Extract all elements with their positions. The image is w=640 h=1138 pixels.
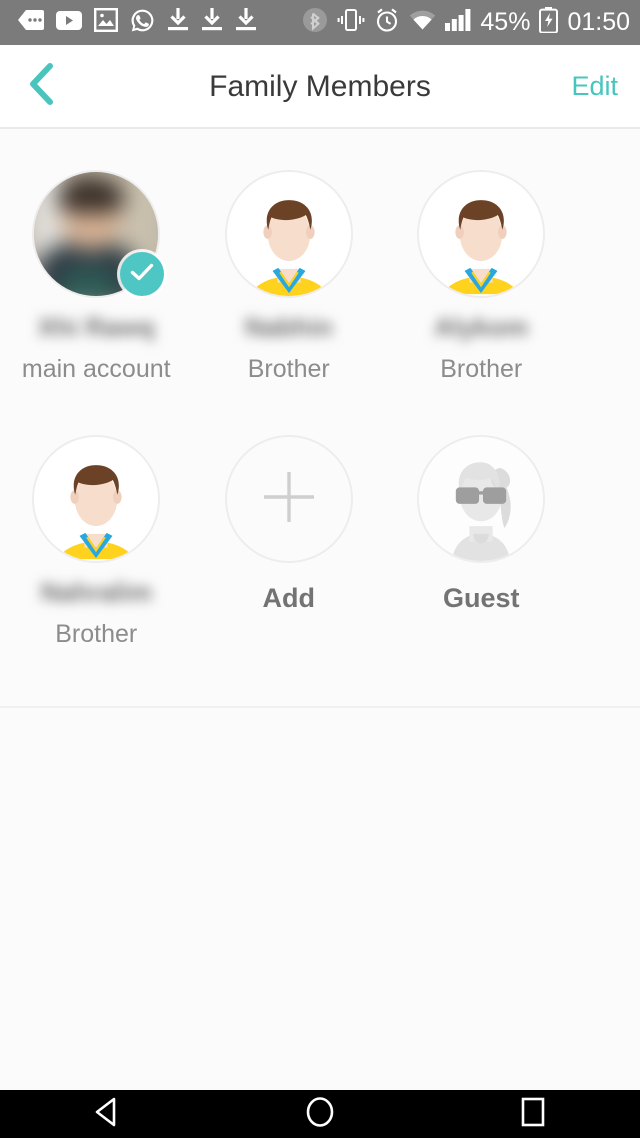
add-label: Add (262, 583, 315, 613)
member-cell-3[interactable]: Alykom Brother (385, 170, 578, 435)
nav-home-button[interactable] (213, 1090, 426, 1138)
member-cell-2[interactable]: Nabhin Brother (193, 170, 386, 435)
member-name: Alykom (434, 312, 529, 342)
signal-icon (445, 9, 471, 36)
members-content: Xhi Rawq main account Nabhin Brother Aly… (0, 129, 640, 1090)
male-avatar-icon (419, 172, 544, 296)
male-avatar-icon (34, 437, 159, 561)
avatar[interactable] (417, 170, 546, 298)
back-triangle-icon (90, 1095, 124, 1134)
member-cell-1[interactable]: Xhi Rawq main account (0, 170, 193, 435)
member-relation: Brother (440, 355, 523, 383)
member-cell-4[interactable]: Nahralim Brother (0, 435, 193, 697)
avatar[interactable] (224, 170, 353, 298)
add-avatar-wrapper[interactable] (224, 435, 353, 563)
member-relation: Brother (55, 620, 138, 648)
guest-label: Guest (442, 583, 520, 613)
guest-cell[interactable]: Guest (385, 435, 578, 697)
download-icon-1 (167, 8, 189, 37)
member-relation: Brother (247, 355, 330, 383)
check-icon (130, 262, 154, 287)
photo-icon (94, 8, 119, 37)
messages-icon (18, 10, 44, 35)
alarm-icon (374, 7, 400, 38)
battery-percent-label: 45% (480, 8, 531, 36)
avatar-wrapper-4[interactable] (32, 435, 161, 563)
avatar-wrapper-1[interactable] (32, 170, 165, 298)
avatar[interactable] (417, 435, 546, 563)
status-badge (120, 252, 165, 296)
app-header: Family Members Edit (0, 45, 640, 128)
wifi-icon (409, 10, 436, 36)
male-avatar-icon (226, 172, 351, 296)
whatsapp-icon (130, 8, 155, 38)
youtube-icon (56, 10, 82, 35)
guest-avatar-wrapper[interactable] (417, 435, 546, 563)
phone-screen: 45% 01:50 Family Members Edit Xhi Rawq m… (0, 0, 640, 1138)
plus-icon (254, 462, 324, 537)
guest-avatar-icon (419, 437, 544, 561)
vibrate-icon (337, 8, 365, 37)
member-relation: main account (21, 355, 171, 383)
add-member-cell[interactable]: Add (193, 435, 386, 697)
member-name: Xhi Rawq (37, 312, 155, 342)
chevron-left-icon (26, 62, 56, 111)
recents-square-icon (516, 1095, 550, 1134)
status-bar-left-icons (18, 8, 257, 38)
nav-recents-button[interactable] (427, 1090, 640, 1138)
avatar[interactable] (32, 435, 161, 563)
grid-bottom-divider (0, 706, 640, 708)
page-title: Family Members (209, 69, 431, 103)
download-icon-3 (235, 8, 257, 37)
nav-back-button[interactable] (0, 1090, 213, 1138)
back-button[interactable] (8, 45, 74, 128)
status-bar-right-icons: 45% 01:50 (302, 0, 630, 45)
android-nav-bar (0, 1090, 640, 1138)
add-button[interactable] (224, 435, 353, 563)
bluetooth-icon (302, 7, 328, 38)
clock-label: 01:50 (567, 8, 630, 36)
avatar-wrapper-3[interactable] (417, 170, 546, 298)
home-circle-icon (303, 1095, 337, 1134)
status-bar: 45% 01:50 (0, 0, 640, 45)
download-icon-2 (201, 8, 223, 37)
edit-button[interactable]: Edit (571, 45, 618, 128)
members-grid: Xhi Rawq main account Nabhin Brother Aly… (0, 129, 640, 697)
battery-charging-icon (539, 7, 559, 38)
member-name: Nahralim (40, 577, 152, 607)
avatar-wrapper-2[interactable] (224, 170, 353, 298)
member-name: Nabhin (244, 312, 333, 342)
